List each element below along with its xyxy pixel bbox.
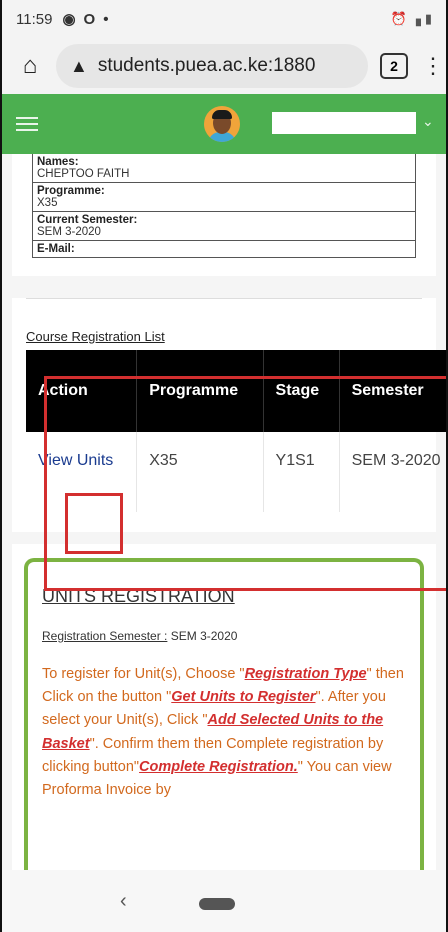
names-value: CHEPTOO FAITH <box>37 168 130 180</box>
course-registration-table: Action Programme Stage Semester View Uni… <box>26 350 446 512</box>
course-registration-title: Course Registration List <box>26 329 165 344</box>
instruction-highlight: Registration Type <box>244 666 367 682</box>
current-semester-value: SEM 3-2020 <box>37 226 101 238</box>
column-header-semester: Semester <box>339 350 446 432</box>
url-text: students.puea.ac.ke:1880 <box>97 55 316 76</box>
names-label: Names: <box>37 156 79 168</box>
tabs-button[interactable]: 2 <box>380 53 408 79</box>
status-bar: 11:59 ◉ O • ⏰ ▗ ▮ <box>2 0 446 38</box>
phone-screen: 11:59 ◉ O • ⏰ ▗ ▮ ⌂ ▲ students.puea.ac.k… <box>0 0 448 932</box>
stage-cell: Y1S1 <box>263 432 340 512</box>
registration-semester-label: Registration Semester : <box>42 629 168 643</box>
dot-icon: • <box>103 10 109 28</box>
programme-value: X35 <box>37 197 58 209</box>
chevron-down-icon[interactable]: ⌄ <box>422 113 434 130</box>
current-semester-label: Current Semester: <box>37 214 138 226</box>
table-header-row: Action Programme Stage Semester <box>26 350 446 432</box>
column-header-programme: Programme <box>136 350 264 432</box>
course-registration-card: Course Registration List Action Programm… <box>12 298 446 532</box>
more-menu-icon[interactable]: ⋮ <box>422 53 444 79</box>
action-cell: View Units <box>26 432 138 512</box>
hamburger-menu-icon[interactable] <box>16 117 38 131</box>
student-info-card: Names: CHEPTOO FAITH Programme: X35 Curr… <box>12 154 436 276</box>
signal-icon: ▗ <box>410 11 421 26</box>
user-name-box[interactable] <box>272 112 416 134</box>
units-registration-title: UNITS REGISTRATION <box>42 586 235 606</box>
column-header-stage: Stage <box>263 350 340 432</box>
url-field[interactable]: ▲ students.puea.ac.ke:1880 <box>56 44 368 88</box>
student-info-table: Names: CHEPTOO FAITH Programme: X35 Curr… <box>32 154 416 258</box>
registration-semester-value: SEM 3-2020 <box>170 629 238 643</box>
facebook-icon: ◉ <box>62 11 76 28</box>
registration-semester: Registration Semester : SEM 3-2020 <box>42 629 406 643</box>
units-registration-panel: UNITS REGISTRATION Registration Semester… <box>24 558 424 870</box>
page-content: Names: CHEPTOO FAITH Programme: X35 Curr… <box>2 154 446 870</box>
units-registration-card: UNITS REGISTRATION Registration Semester… <box>12 544 436 870</box>
email-label: E-Mail: <box>37 243 75 255</box>
back-icon[interactable]: ‹ <box>120 890 127 913</box>
programme-label: Programme: <box>37 185 105 197</box>
home-icon[interactable]: ⌂ <box>12 48 48 84</box>
alarm-icon: ⏰ <box>390 11 407 26</box>
divider <box>26 298 422 299</box>
registration-instructions: To register for Unit(s), Choose "Registr… <box>42 663 406 802</box>
warning-icon[interactable]: ▲ <box>70 56 88 77</box>
table-row: View Units X35 Y1S1 SEM 3-2020 <box>26 432 446 512</box>
android-nav-bar: ‹ <box>2 870 446 932</box>
student-info-row: Programme: X35 <box>33 183 415 212</box>
programme-cell: X35 <box>136 432 264 512</box>
battery-icon: ▮ <box>424 11 432 26</box>
home-pill-icon[interactable] <box>199 898 235 910</box>
status-right-icons: ⏰ ▗ ▮ <box>391 11 432 27</box>
semester-cell: SEM 3-2020 <box>339 432 446 512</box>
user-avatar[interactable] <box>204 106 240 142</box>
status-time: 11:59 <box>16 10 53 28</box>
opera-icon: O <box>83 10 96 28</box>
app-header: ⌄ <box>2 94 446 154</box>
column-header-action: Action <box>26 350 138 432</box>
instruction-highlight: Get Units to Register <box>171 689 316 706</box>
browser-toolbar: ⌂ ▲ students.puea.ac.ke:1880 2 ⋮ <box>2 38 446 94</box>
view-units-link[interactable]: View Units <box>38 452 113 469</box>
student-info-row: E-Mail: <box>33 241 415 257</box>
instruction-text: To register for Unit(s), Choose " <box>42 666 245 682</box>
instruction-highlight: Complete Registration. <box>139 758 298 775</box>
student-info-row: Current Semester: SEM 3-2020 <box>33 212 415 241</box>
student-info-row: Names: CHEPTOO FAITH <box>33 154 415 183</box>
